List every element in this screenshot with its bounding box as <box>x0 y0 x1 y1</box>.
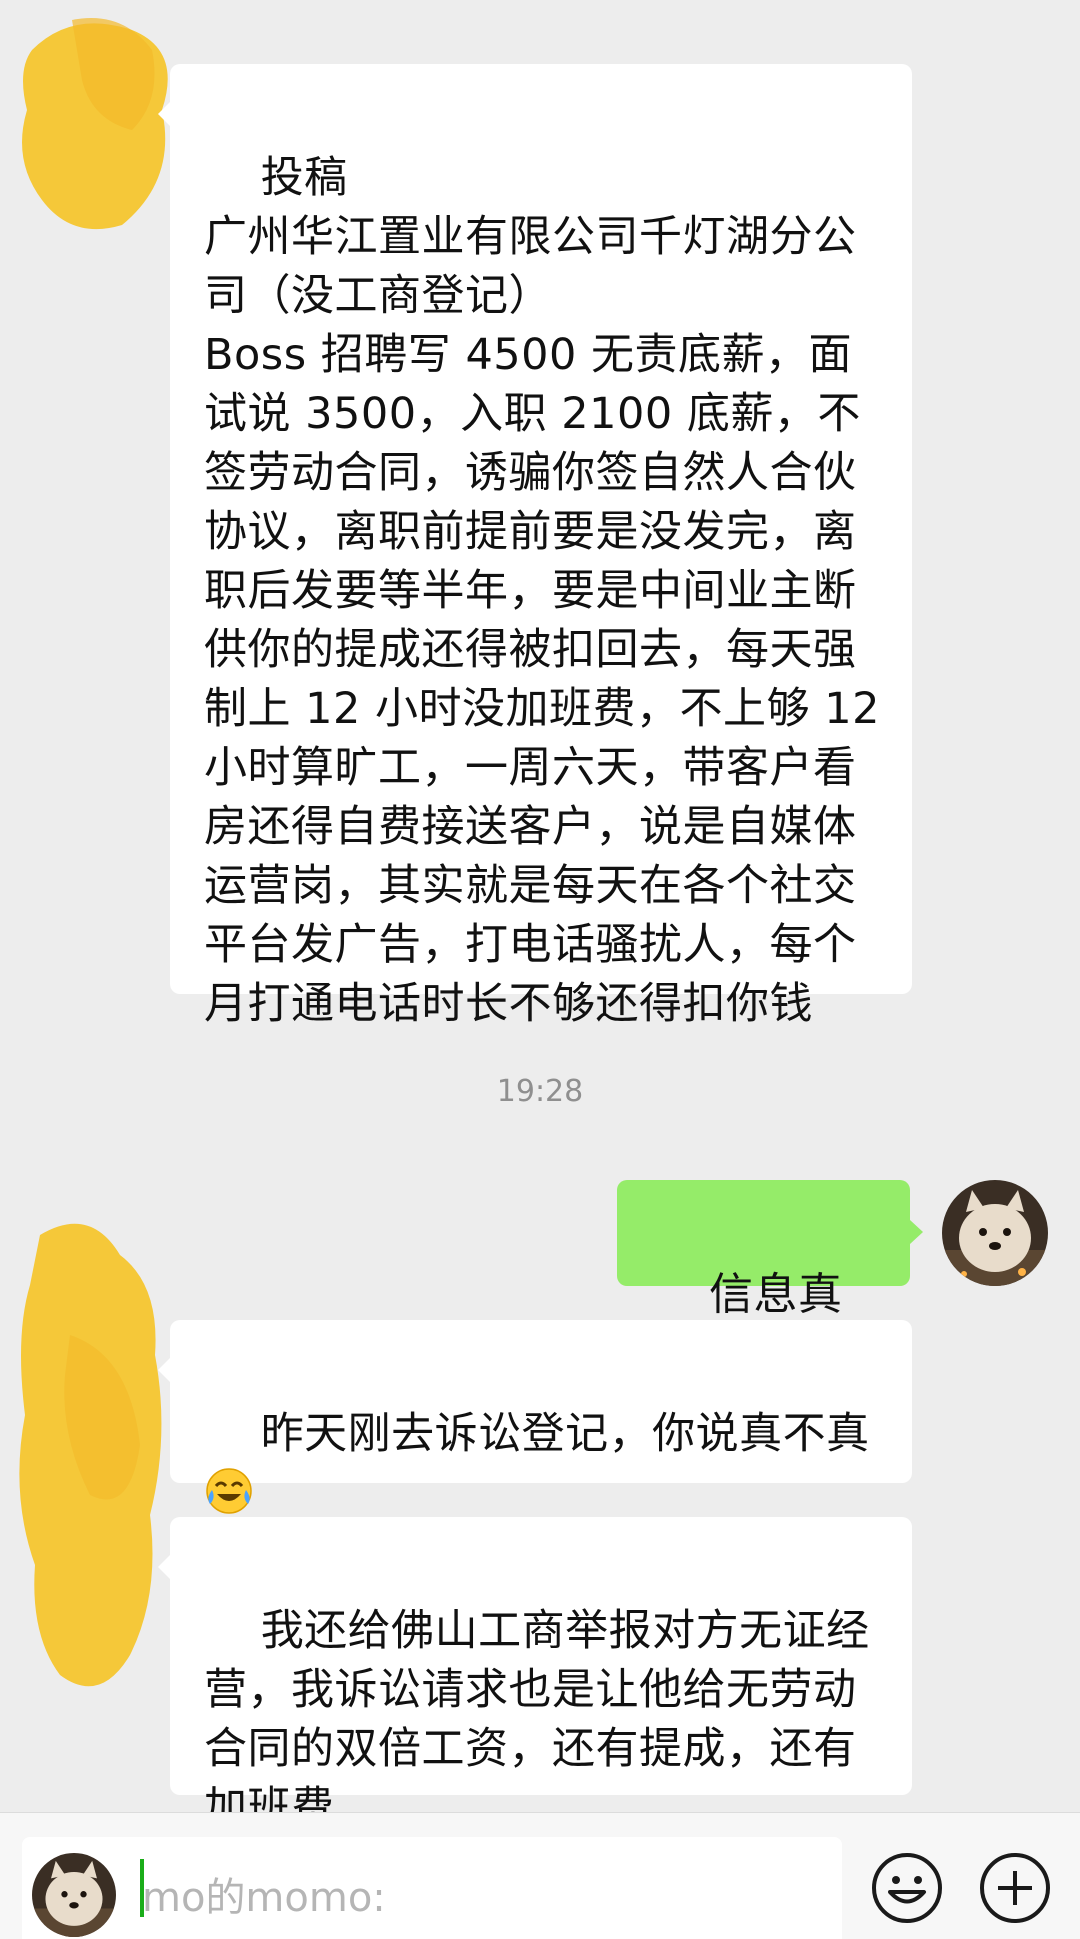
message-text-1: 投稿 广州华江置业有限公司千灯湖分公司（没工商登记） Boss 招聘写 4500… <box>204 153 880 1029</box>
input-bar: mo的momo: <box>0 1812 1080 1939</box>
sender-avatar-redacted[interactable] <box>12 10 182 235</box>
message-bubble-3[interactable]: 昨天刚去诉讼登记，你说真不真 <box>158 1320 912 1573</box>
chat-screen: 投稿 广州华江置业有限公司千灯湖分公司（没工商登记） Boss 招聘写 4500… <box>0 0 1080 1939</box>
input-placeholder: mo的momo: <box>142 1875 386 1921</box>
message-bubble-4[interactable]: 我还给佛山工商举报对方无证经营，我诉讼请求也是让他给无劳动合同的双倍工资，还有提… <box>158 1517 912 1833</box>
timestamp: 19:28 <box>496 1074 584 1109</box>
input-avatar <box>32 1853 116 1937</box>
sender-avatar-redacted-2[interactable] <box>10 1215 170 1695</box>
message-input[interactable]: mo的momo: <box>22 1837 842 1939</box>
plus-circle-icon[interactable] <box>978 1851 1052 1925</box>
message-bubble-1[interactable]: 投稿 广州华江置业有限公司千灯湖分公司（没工商登记） Boss 招聘写 4500… <box>158 64 912 1029</box>
smiley-face-icon[interactable] <box>870 1851 944 1925</box>
face-with-tears-of-joy-emoji <box>206 1468 252 1514</box>
message-text-3: 昨天刚去诉讼登记，你说真不真 <box>260 1409 870 1459</box>
message-text-4: 我还给佛山工商举报对方无证经营，我诉讼请求也是让他给无劳动合同的双倍工资，还有提… <box>204 1606 870 1833</box>
message-bubble-2[interactable]: 信息真实吗 <box>617 1180 923 1379</box>
my-avatar[interactable] <box>942 1180 1048 1286</box>
